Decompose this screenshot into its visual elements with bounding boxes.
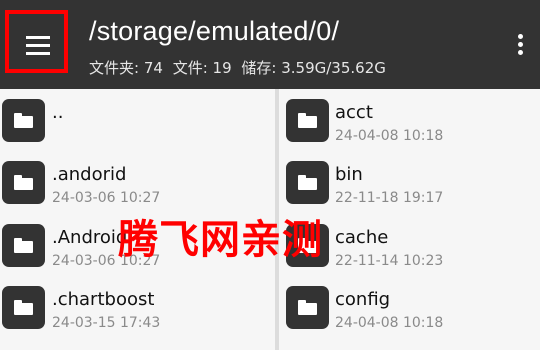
item-date: 24-03-15 17:43 [52,315,161,331]
item-date: 24-04-08 10:18 [335,128,444,144]
folder-count: 文件夹: 74 [89,59,163,77]
folder-icon [286,286,329,329]
item-name: .chartboost [52,289,155,310]
item-name: bin [335,164,363,185]
vertical-dots-icon [517,34,523,39]
list-item[interactable]: config 24-04-08 10:18 [279,276,540,338]
item-name: .andorid [52,164,127,185]
storage-usage: 储存: 3.59G/35.62G [241,59,386,77]
more-options-button[interactable] [510,34,530,60]
app-bar: /storage/emulated/0/ 文件夹: 74 文件: 19 储存: … [0,0,540,89]
list-item[interactable]: .chartboost 24-03-15 17:43 [0,276,275,338]
item-date: 22-11-18 19:17 [335,190,444,206]
list-item[interactable]: acct 24-04-08 10:18 [279,89,540,151]
folder-icon [2,224,45,267]
item-date: 22-11-14 10:23 [335,253,444,269]
list-item-parent[interactable]: .. [0,89,275,151]
item-date: 24-03-06 10:27 [52,190,161,206]
folder-icon [2,286,45,329]
folder-icon [2,99,45,142]
item-name: .. [52,102,64,123]
folder-icon [286,99,329,142]
list-item[interactable]: bin 22-11-18 19:17 [279,151,540,213]
item-name: cache [335,227,389,248]
item-name: config [335,289,391,310]
folder-icon [286,161,329,204]
current-path: /storage/emulated/0/ [89,16,340,46]
item-date: 24-04-08 10:18 [335,315,444,331]
file-count: 文件: 19 [172,59,232,77]
hamburger-menu-icon [26,36,50,60]
menu-button[interactable] [5,10,68,73]
storage-stats: 文件夹: 74 文件: 19 储存: 3.59G/35.62G [89,57,391,78]
list-item[interactable]: .andorid 24-03-06 10:27 [0,151,275,213]
watermark-text: 腾飞网亲测 [118,217,323,263]
folder-icon [2,161,45,204]
item-name: acct [335,102,373,123]
item-name: .Android [52,227,128,248]
